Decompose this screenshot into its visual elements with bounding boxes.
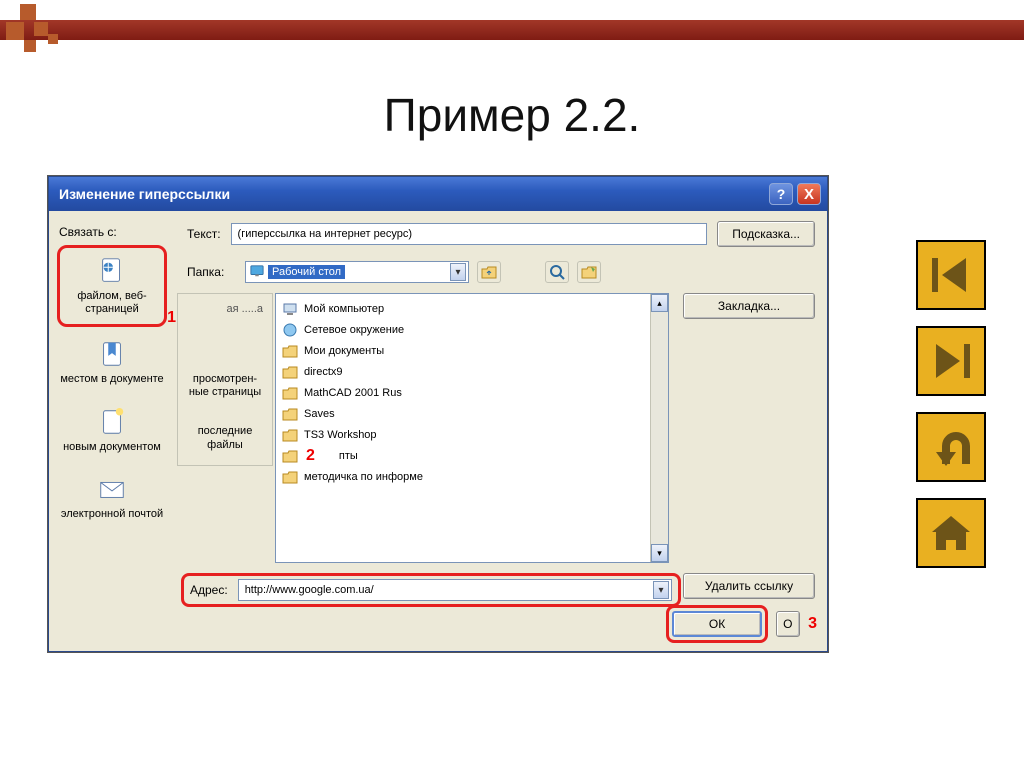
nav-next-button[interactable] <box>916 326 986 396</box>
bookmark-button[interactable]: Закладка... <box>683 293 815 319</box>
nav-prev-button[interactable] <box>916 240 986 310</box>
link-place-label: местом в документе <box>60 373 163 386</box>
slide-nav <box>916 240 986 568</box>
address-row: Адрес: http://www.google.com.ua/ ▾ <box>181 573 681 607</box>
list-item[interactable]: Saves <box>282 403 644 424</box>
list-item[interactable]: MathCAD 2001 Rus <box>282 382 644 403</box>
link-new-doc-label: новым документом <box>63 441 161 454</box>
dialog-body: Связать с: файлом, веб-страницей 1 место… <box>49 211 827 651</box>
list-item-label: методичка по информе <box>304 471 423 483</box>
slide-decor-band <box>0 20 1024 40</box>
folder-label: Папка: <box>187 265 237 279</box>
folder-docs-icon <box>282 343 298 359</box>
browse-web-button[interactable] <box>545 261 569 283</box>
list-item[interactable]: directx9 <box>282 361 644 382</box>
callout-3: 3 <box>808 615 817 633</box>
list-item-label: Saves <box>304 408 335 420</box>
ok-row: ОК О 3 <box>666 605 817 643</box>
bookmark-button-wrap: Закладка... <box>683 293 815 319</box>
help-button[interactable]: ? <box>769 183 793 205</box>
list-item[interactable]: Мой компьютер <box>282 298 644 319</box>
list-item-label: TS3 Workshop <box>304 429 377 441</box>
list-item[interactable]: Сетевое окружение <box>282 319 644 340</box>
titlebar: Изменение гиперссылки ? X <box>49 177 827 211</box>
place-current-folder[interactable]: ая .....а <box>180 296 270 358</box>
slide-decor-squares <box>6 4 66 54</box>
remove-link-button-wrap: Удалить ссылку <box>683 573 815 599</box>
link-email[interactable]: электронной почтой <box>57 466 167 529</box>
next-icon <box>928 338 974 384</box>
link-bar: файлом, веб-страницей 1 местом в докумен… <box>57 245 167 533</box>
folder-selected: Рабочий стол <box>268 265 345 279</box>
u-turn-icon <box>928 424 974 470</box>
list-item-label: directx9 <box>304 366 343 378</box>
home-icon <box>928 510 974 556</box>
desktop-icon <box>250 264 264 281</box>
file-listbox[interactable]: Мой компьютер Сетевое окружение Мои доку… <box>275 293 669 563</box>
network-icon <box>282 322 298 338</box>
list-item[interactable]: TS3 Workshop <box>282 424 644 445</box>
scroll-down-icon[interactable]: ▾ <box>651 544 668 562</box>
address-value: http://www.google.com.ua/ <box>245 584 653 596</box>
link-place-in-doc[interactable]: местом в документе <box>57 331 167 394</box>
browse-file-button[interactable] <box>577 261 601 283</box>
scroll-up-icon[interactable]: ▴ <box>651 294 668 312</box>
list-item-label: пты <box>339 450 358 462</box>
text-input[interactable] <box>231 223 708 245</box>
titlebar-text: Изменение гиперссылки <box>59 186 765 202</box>
address-label: Адрес: <box>190 583 228 597</box>
place-viewed-pages[interactable]: просмотрен-ные страницы <box>180 358 270 410</box>
text-row: Текст: Подсказка... <box>187 221 815 247</box>
globe-page-icon <box>97 256 127 286</box>
close-button[interactable]: X <box>797 183 821 205</box>
address-combo[interactable]: http://www.google.com.ua/ ▾ <box>238 579 672 601</box>
scroll-track[interactable] <box>651 312 668 544</box>
chevron-down-icon[interactable]: ▾ <box>653 581 669 599</box>
computer-icon <box>282 301 298 317</box>
list-item[interactable]: методичка по информе <box>282 466 644 487</box>
list-item-label: Сетевое окружение <box>304 324 404 336</box>
chevron-down-icon[interactable]: ▾ <box>450 263 466 281</box>
list-item[interactable]: 2 пты <box>282 445 644 466</box>
scrollbar[interactable]: ▴ ▾ <box>650 294 668 562</box>
place-recent-files[interactable]: последние файлы <box>180 410 270 462</box>
ok-button[interactable]: ОК <box>672 611 762 637</box>
hint-button[interactable]: Подсказка... <box>717 221 815 247</box>
list-item-label: Мой компьютер <box>304 303 384 315</box>
link-with-label: Связать с: <box>59 225 117 239</box>
link-email-label: электронной почтой <box>61 508 163 521</box>
file-list: Мой компьютер Сетевое окружение Мои доку… <box>276 294 650 562</box>
link-new-doc[interactable]: новым документом <box>57 399 167 462</box>
folder-combo[interactable]: Рабочий стол ▾ <box>245 261 469 283</box>
remove-link-button[interactable]: Удалить ссылку <box>683 573 815 599</box>
ok-highlight: ОК <box>666 605 768 643</box>
new-doc-icon <box>97 407 127 437</box>
prev-icon <box>928 252 974 298</box>
link-file-web[interactable]: файлом, веб-страницей 1 <box>57 245 167 327</box>
callout-2: 2 <box>306 447 315 465</box>
folder-icon <box>282 406 298 422</box>
folder-icon <box>282 469 298 485</box>
list-item-label: MathCAD 2001 Rus <box>304 387 402 399</box>
nav-home-button[interactable] <box>916 498 986 568</box>
envelope-icon <box>97 474 127 504</box>
folder-icon <box>282 385 298 401</box>
folder-icon <box>282 448 298 464</box>
slide-title: Пример 2.2. <box>384 88 641 142</box>
bookmark-page-icon <box>97 339 127 369</box>
text-label: Текст: <box>187 227 221 241</box>
nav-back-button[interactable] <box>916 412 986 482</box>
list-item-label: Мои документы <box>304 345 384 357</box>
link-file-web-label: файлом, веб-страницей <box>62 290 162 316</box>
cancel-button[interactable]: О <box>776 611 800 637</box>
folder-row: Папка: Рабочий стол ▾ <box>187 261 815 283</box>
callout-1: 1 <box>167 308 176 327</box>
folder-icon <box>282 364 298 380</box>
list-item[interactable]: Мои документы <box>282 340 644 361</box>
places-column: ая .....а просмотрен-ные страницы послед… <box>177 293 273 466</box>
hyperlink-dialog: Изменение гиперссылки ? X Связать с: фай… <box>48 176 828 652</box>
up-folder-button[interactable] <box>477 261 501 283</box>
folder-icon <box>282 427 298 443</box>
